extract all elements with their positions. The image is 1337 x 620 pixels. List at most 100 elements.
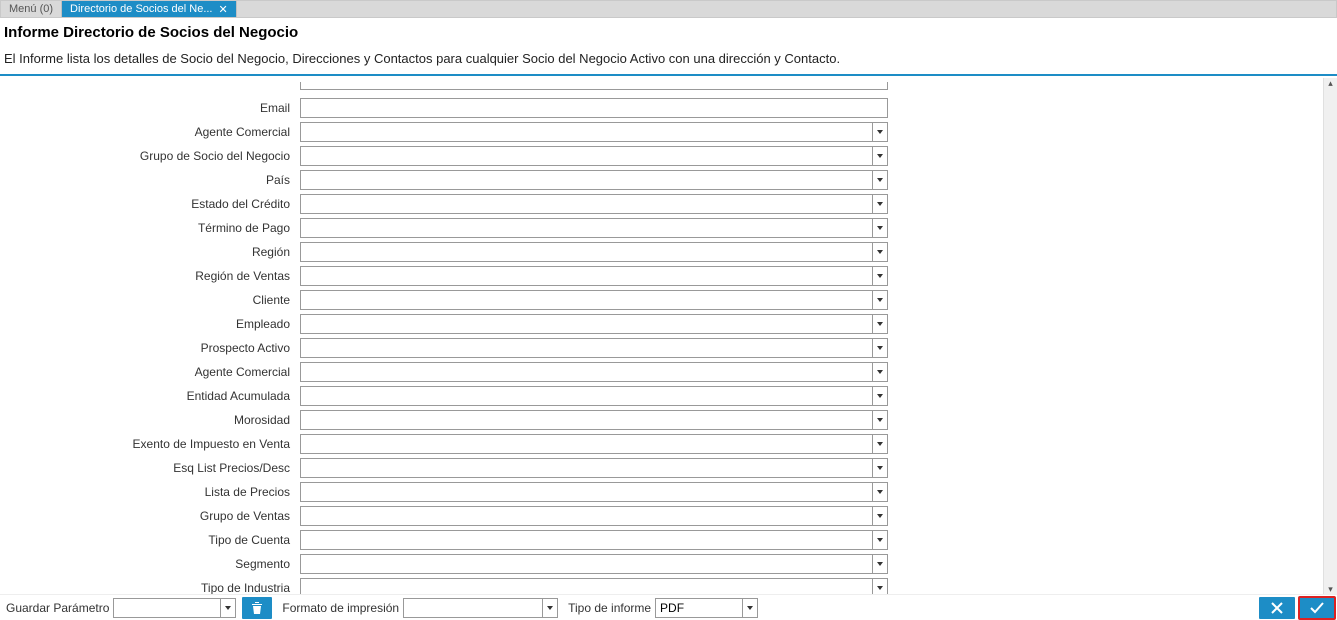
- save-param-dropdown-button[interactable]: [221, 598, 236, 618]
- text-input[interactable]: [300, 98, 888, 118]
- chevron-down-icon: [877, 298, 883, 302]
- partial-input[interactable]: [300, 82, 888, 90]
- chevron-down-icon: [877, 346, 883, 350]
- combo-dropdown-button[interactable]: [873, 314, 888, 334]
- combo-dropdown-button[interactable]: [873, 554, 888, 574]
- chevron-down-icon: [877, 586, 883, 590]
- field-wrap: [300, 122, 888, 142]
- combo-dropdown-button[interactable]: [873, 194, 888, 214]
- form-row: Cliente: [0, 288, 1323, 312]
- combo-dropdown-button[interactable]: [873, 362, 888, 382]
- field-label: Exento de Impuesto en Venta: [0, 437, 300, 451]
- chevron-down-icon: [877, 154, 883, 158]
- combo-dropdown-button[interactable]: [873, 218, 888, 238]
- field-wrap: [300, 170, 888, 190]
- form-row-partial: [0, 82, 1323, 96]
- check-icon: [1309, 601, 1325, 615]
- chevron-down-icon: [877, 178, 883, 182]
- combo-dropdown-button[interactable]: [873, 170, 888, 190]
- field-label: Estado del Crédito: [0, 197, 300, 211]
- form-row: Entidad Acumulada: [0, 384, 1323, 408]
- vertical-scrollbar[interactable]: ▴ ▾: [1323, 78, 1337, 594]
- tab-bar: Menú (0) Directorio de Socios del Ne... …: [0, 0, 1337, 18]
- combo: [300, 362, 888, 382]
- chevron-down-icon: [877, 514, 883, 518]
- chevron-down-icon: [547, 606, 553, 610]
- combo-input[interactable]: [300, 338, 873, 358]
- combo-input[interactable]: [300, 362, 873, 382]
- combo-dropdown-button[interactable]: [873, 458, 888, 478]
- print-format-dropdown-button[interactable]: [543, 598, 558, 618]
- combo-input[interactable]: [300, 506, 873, 526]
- combo-input[interactable]: [300, 194, 873, 214]
- save-param-combo: [113, 598, 236, 618]
- delete-button[interactable]: [242, 597, 272, 619]
- tab-menu[interactable]: Menú (0): [1, 1, 62, 17]
- trash-icon: [251, 601, 263, 615]
- field-wrap: [300, 506, 888, 526]
- report-type-input[interactable]: [655, 598, 743, 618]
- ok-button[interactable]: [1299, 597, 1335, 619]
- combo-input[interactable]: [300, 482, 873, 502]
- chevron-down-icon: [877, 202, 883, 206]
- form-row: Prospecto Activo: [0, 336, 1323, 360]
- chevron-down-icon: [877, 274, 883, 278]
- combo-input[interactable]: [300, 218, 873, 238]
- combo-input[interactable]: [300, 434, 873, 454]
- form-row: Lista de Precios: [0, 480, 1323, 504]
- combo-dropdown-button[interactable]: [873, 434, 888, 454]
- chevron-down-icon: [877, 466, 883, 470]
- combo-dropdown-button[interactable]: [873, 506, 888, 526]
- combo: [300, 338, 888, 358]
- combo: [300, 290, 888, 310]
- tab-menu-label: Menú (0): [9, 3, 53, 15]
- scroll-down-icon[interactable]: ▾: [1324, 584, 1337, 594]
- combo-dropdown-button[interactable]: [873, 530, 888, 550]
- cancel-button[interactable]: [1259, 597, 1295, 619]
- page-description: El Informe lista los detalles de Socio d…: [0, 43, 1337, 76]
- combo-dropdown-button[interactable]: [873, 578, 888, 594]
- combo-input[interactable]: [300, 122, 873, 142]
- form-row: Región de Ventas: [0, 264, 1323, 288]
- combo-input[interactable]: [300, 554, 873, 574]
- close-icon[interactable]: ✕: [218, 3, 227, 16]
- combo-input[interactable]: [300, 314, 873, 334]
- save-param-label: Guardar Parámetro: [2, 601, 113, 615]
- tab-active-label: Directorio de Socios del Ne...: [70, 3, 212, 15]
- combo-dropdown-button[interactable]: [873, 266, 888, 286]
- combo-dropdown-button[interactable]: [873, 338, 888, 358]
- combo-dropdown-button[interactable]: [873, 482, 888, 502]
- save-param-input[interactable]: [113, 598, 221, 618]
- combo-input[interactable]: [300, 266, 873, 286]
- combo-input[interactable]: [300, 386, 873, 406]
- scroll-up-icon[interactable]: ▴: [1324, 78, 1337, 88]
- combo: [300, 242, 888, 262]
- combo-input[interactable]: [300, 530, 873, 550]
- combo-dropdown-button[interactable]: [873, 242, 888, 262]
- combo-input[interactable]: [300, 170, 873, 190]
- combo-dropdown-button[interactable]: [873, 146, 888, 166]
- page-header: Informe Directorio de Socios del Negocio: [0, 18, 1337, 43]
- x-icon: [1269, 601, 1285, 615]
- combo-dropdown-button[interactable]: [873, 410, 888, 430]
- combo-dropdown-button[interactable]: [873, 386, 888, 406]
- combo-input[interactable]: [300, 458, 873, 478]
- combo-input[interactable]: [300, 410, 873, 430]
- combo-input[interactable]: [300, 290, 873, 310]
- combo-input[interactable]: [300, 242, 873, 262]
- combo-dropdown-button[interactable]: [873, 290, 888, 310]
- combo-input[interactable]: [300, 146, 873, 166]
- combo: [300, 314, 888, 334]
- tab-active[interactable]: Directorio de Socios del Ne... ✕: [62, 1, 237, 17]
- combo-input[interactable]: [300, 578, 873, 594]
- field-label: Grupo de Socio del Negocio: [0, 149, 300, 163]
- combo: [300, 266, 888, 286]
- chevron-down-icon: [877, 490, 883, 494]
- print-format-input[interactable]: [403, 598, 543, 618]
- report-type-dropdown-button[interactable]: [743, 598, 758, 618]
- form-row: Tipo de Industria: [0, 576, 1323, 594]
- field-label: Agente Comercial: [0, 125, 300, 139]
- field-label: Empleado: [0, 317, 300, 331]
- combo-dropdown-button[interactable]: [873, 122, 888, 142]
- field-wrap: [300, 218, 888, 238]
